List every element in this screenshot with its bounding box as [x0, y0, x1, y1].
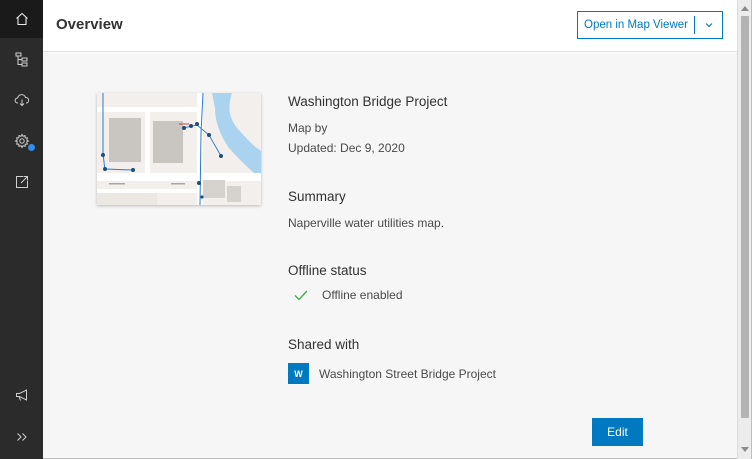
triangle-up-icon	[741, 6, 749, 11]
expand-chevrons-icon	[16, 433, 27, 441]
summary-heading: Summary	[288, 189, 346, 204]
notification-dot	[28, 144, 35, 151]
overview-content: Washington Bridge Project Map by Updated…	[43, 53, 737, 458]
scrollbar-thumb[interactable]	[741, 16, 749, 418]
triangle-down-icon	[741, 447, 749, 452]
vertical-scrollbar[interactable]	[737, 0, 751, 459]
open-in-map-viewer-button[interactable]: Open in Map Viewer	[578, 12, 694, 38]
scroll-up-arrow[interactable]	[741, 4, 749, 12]
nav-rail	[0, 0, 43, 459]
shared-group-name: Washington Street Bridge Project	[319, 366, 496, 381]
page-title: Overview	[56, 16, 123, 33]
edit-button[interactable]: Edit	[592, 418, 643, 446]
open-in-map-viewer-split-button: Open in Map Viewer	[577, 11, 723, 39]
expand-rail-button[interactable]	[0, 418, 43, 456]
offline-status-row: Offline enabled	[288, 288, 403, 302]
export-icon	[15, 176, 28, 188]
shared-with-heading: Shared with	[288, 337, 360, 352]
check-icon	[294, 290, 308, 301]
home-icon	[15, 12, 28, 26]
cloud-download-icon	[14, 94, 29, 107]
map-author: Map by	[288, 121, 328, 135]
layers-tree-icon	[15, 52, 27, 67]
shared-group-row: W Washington Street Bridge Project	[288, 363, 496, 384]
megaphone-icon	[15, 389, 27, 401]
scroll-down-arrow[interactable]	[741, 446, 749, 454]
offline-status-heading: Offline status	[288, 263, 367, 278]
group-avatar: W	[288, 363, 309, 384]
nav-announcements-button[interactable]	[0, 376, 43, 414]
map-updated-date: Updated: Dec 9, 2020	[288, 141, 405, 155]
map-thumbnail[interactable]	[97, 93, 261, 205]
open-options-dropdown-button[interactable]	[695, 12, 722, 38]
nav-share-button[interactable]	[0, 163, 43, 201]
chevron-down-icon	[705, 23, 712, 28]
page-header: Overview Open in Map Viewer	[43, 0, 737, 52]
summary-text: Naperville water utilities map.	[288, 216, 445, 230]
nav-offline-button[interactable]	[0, 81, 43, 119]
map-thumbnail-image	[97, 93, 261, 205]
nav-layers-button[interactable]	[0, 40, 43, 78]
nav-settings-button[interactable]	[0, 122, 43, 160]
nav-home-button[interactable]	[0, 0, 43, 38]
offline-status-text: Offline enabled	[322, 288, 403, 302]
map-title: Washington Bridge Project	[288, 94, 448, 109]
